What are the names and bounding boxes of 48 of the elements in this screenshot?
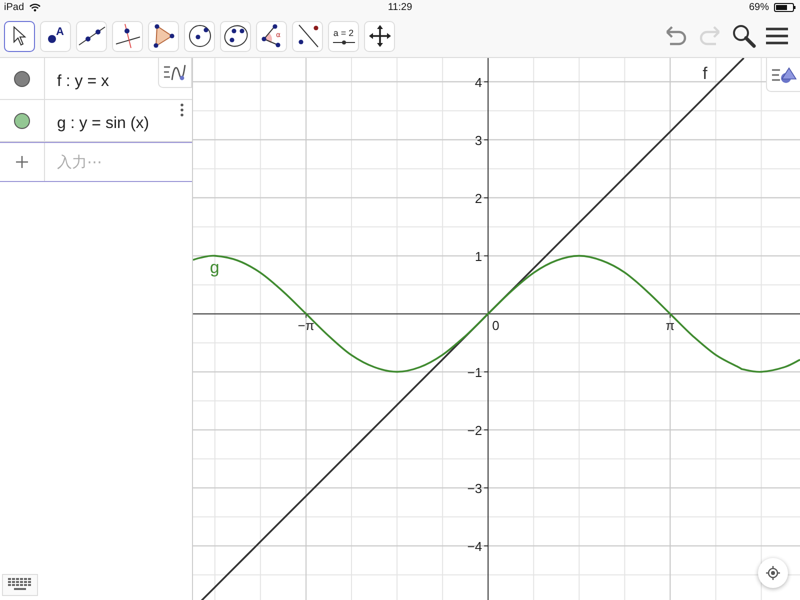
curve-label: g [210,258,220,278]
crosshair-icon [766,566,780,580]
y-tick-label: −4 [467,538,482,554]
curve-label: f [702,64,708,83]
graphics-style-button[interactable] [766,58,800,92]
search-button[interactable] [730,22,758,50]
keyboard-icon [7,578,33,592]
four-way-arrow-icon [368,25,390,47]
cursor-arrow-icon [12,26,26,46]
tool-button[interactable]: a = 2 [328,20,359,52]
visibility-dot[interactable] [14,112,30,128]
ellipse-icon [222,24,248,48]
clock-time: 11:29 [388,2,412,13]
x-tick-label: π [666,318,675,333]
y-tick-label: −1 [467,364,482,380]
battery-icon [774,3,796,12]
x-tick-label: −π [298,318,314,333]
tool-button[interactable]: A [40,20,71,52]
point-icon [47,34,57,44]
y-tick-label: −3 [467,480,482,496]
algebra-style-button[interactable] [158,58,192,88]
input-field[interactable]: 入力⋯ [57,153,177,171]
plus-icon[interactable] [16,156,28,168]
function-definition[interactable]: g : y = sin (x) [57,108,150,132]
device-name: iPad [4,2,24,13]
shapes-style-icon [770,64,796,84]
origin-label: 0 [492,318,500,333]
battery-percent: 69% [748,2,769,13]
line-icon [78,26,106,46]
keyboard-button[interactable] [2,574,38,596]
function-definition[interactable]: f : y = x [57,66,110,90]
slider-icon [332,40,354,44]
y-tick-label: 1 [474,248,482,264]
y-tick-label: 4 [474,74,482,90]
circle-icon [188,24,212,48]
visibility-dot[interactable] [14,70,30,86]
y-tick-label: −2 [467,422,482,438]
wifi-icon [29,3,42,12]
menu-button[interactable] [764,25,790,47]
y-tick-label: 2 [474,190,482,206]
point-and-line-icon [296,23,320,49]
triangle-icon [152,24,174,48]
more-options-icon[interactable] [180,103,184,117]
y-tick-label: 3 [474,132,482,148]
tool-button[interactable] [4,20,35,52]
perpendicular-lines-icon [114,23,140,49]
graph-style-icon [163,62,187,82]
recenter-button[interactable] [758,558,788,588]
